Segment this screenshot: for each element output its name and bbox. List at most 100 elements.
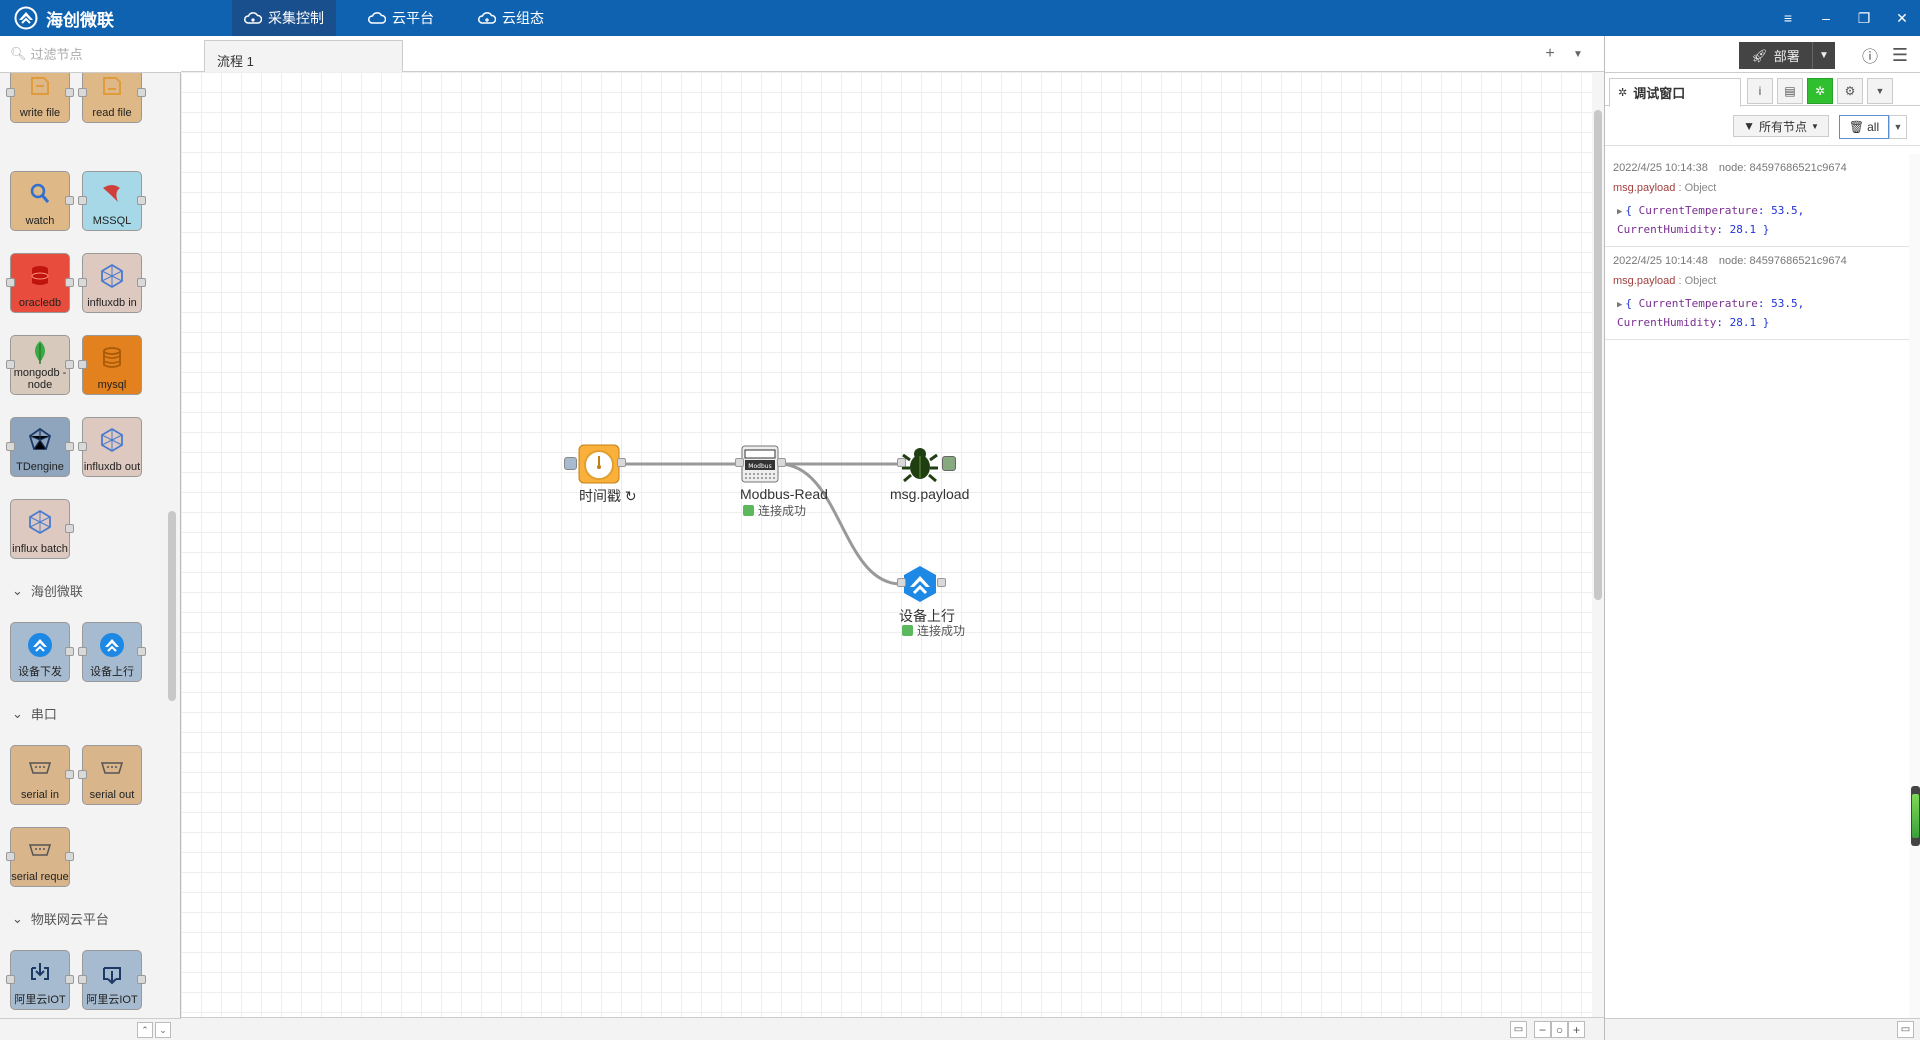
output-port[interactable] <box>65 770 74 779</box>
node-filter-select[interactable]: ▼ 所有节点 ▼ <box>1733 115 1829 137</box>
open-window-icon[interactable]: ▭ <box>1897 1021 1914 1038</box>
deploy-button[interactable]: 🚀︎ 部署 ▼ <box>1739 42 1835 69</box>
palette-node-device-up[interactable]: 设备上行 <box>78 622 146 682</box>
debug-message[interactable]: 2022/4/25 10:14:48 node: 84597686521c967… <box>1605 247 1909 340</box>
restore-icon[interactable]: ❐ <box>1846 0 1882 36</box>
clear-messages-button[interactable]: 🗑︎ all <box>1839 115 1889 139</box>
output-port[interactable] <box>137 88 146 97</box>
tab-collect-control[interactable]: 采集控制 <box>232 0 336 36</box>
palette-node-influxdb-out[interactable]: influxdb out <box>78 417 142 477</box>
output-port[interactable] <box>617 458 626 467</box>
flow-node-msg-payload[interactable] <box>897 444 956 484</box>
message-node-id[interactable]: node: 84597686521c9674 <box>1719 255 1847 267</box>
palette-scrollbar[interactable] <box>168 511 176 701</box>
palette-node-mysql[interactable]: mysql <box>78 335 142 395</box>
message-value[interactable]: ▶{ CurrentTemperature: 53.5, CurrentHumi… <box>1613 202 1901 238</box>
output-port[interactable] <box>137 278 146 287</box>
minimize-icon[interactable]: – <box>1808 0 1844 36</box>
input-port[interactable] <box>78 360 87 369</box>
palette-node-serial-request[interactable]: serial reque <box>6 827 74 887</box>
output-port[interactable] <box>65 442 74 451</box>
tab-cloud-config[interactable]: 云组态 <box>466 0 556 36</box>
collapse-all-icon[interactable]: ⌃ <box>137 1022 153 1038</box>
flow-node-device-up[interactable] <box>897 564 946 604</box>
input-port[interactable] <box>78 975 87 984</box>
palette-node-serial-out[interactable]: serial out <box>78 745 142 805</box>
category-serial[interactable]: ⌄ 串口 <box>12 704 57 723</box>
book-icon[interactable]: ▤ <box>1777 78 1803 104</box>
output-port[interactable] <box>137 647 146 656</box>
input-port[interactable] <box>897 458 906 467</box>
expand-all-icon[interactable]: ⌄ <box>155 1022 171 1038</box>
input-port[interactable] <box>78 278 87 287</box>
input-port[interactable] <box>6 360 15 369</box>
close-icon[interactable]: ✕ <box>1884 0 1920 36</box>
palette-node-aliyun-iot-in[interactable]: 阿里云IOT <box>6 950 74 1010</box>
debug-scrollbar[interactable] <box>1909 154 1920 1018</box>
input-port[interactable] <box>897 578 906 587</box>
palette-node-mongodb[interactable]: mongodb - node <box>6 335 74 395</box>
flow-list-dropdown-icon[interactable]: ▼ <box>1568 44 1588 64</box>
input-port[interactable] <box>6 88 15 97</box>
zoom-out-icon[interactable]: − <box>1534 1021 1551 1038</box>
output-port[interactable] <box>65 852 74 861</box>
input-port[interactable] <box>78 88 87 97</box>
palette-node-influx-batch[interactable]: influx batch <box>10 499 74 559</box>
input-port[interactable] <box>6 975 15 984</box>
tab-cloud-platform[interactable]: 云平台 <box>356 0 446 36</box>
menu-icon[interactable]: ≡ <box>1770 0 1806 36</box>
output-port[interactable] <box>65 88 74 97</box>
output-port[interactable] <box>137 975 146 984</box>
category-haichuang[interactable]: ⌄ 海创微联 <box>12 581 83 600</box>
category-iot-cloud[interactable]: ⌄ 物联网云平台 <box>12 909 109 928</box>
tab-flow-1[interactable]: 流程 1 <box>204 40 403 73</box>
input-port[interactable] <box>735 458 744 467</box>
output-port[interactable] <box>937 578 946 587</box>
output-port[interactable] <box>777 458 786 467</box>
tab-debug[interactable]: ✲ 调试窗口 <box>1609 78 1741 107</box>
output-port[interactable] <box>65 278 74 287</box>
palette-node-influxdb-in[interactable]: influxdb in <box>78 253 146 313</box>
inject-button[interactable] <box>564 457 577 470</box>
deploy-main[interactable]: 🚀︎ 部署 <box>1739 42 1813 69</box>
input-port[interactable] <box>78 442 87 451</box>
debug-toggle-button[interactable] <box>942 456 956 471</box>
input-port[interactable] <box>6 852 15 861</box>
input-port[interactable] <box>78 770 87 779</box>
clear-dropdown-icon[interactable]: ▼ <box>1889 115 1907 139</box>
deploy-dropdown-icon[interactable]: ▼ <box>1813 42 1835 69</box>
help-icon[interactable]: ⓘ <box>1859 44 1881 66</box>
zoom-in-icon[interactable]: + <box>1568 1021 1585 1038</box>
side-handle[interactable] <box>1911 786 1920 846</box>
message-value[interactable]: ▶{ CurrentTemperature: 53.5, CurrentHumi… <box>1613 295 1901 331</box>
info-icon[interactable]: i <box>1747 78 1773 104</box>
output-port[interactable] <box>65 196 74 205</box>
palette-node-read-file[interactable]: read file <box>78 73 146 123</box>
palette-node-device-down[interactable]: 设备下发 <box>10 622 74 682</box>
output-port[interactable] <box>137 196 146 205</box>
sidebar-tab-dropdown-icon[interactable]: ▼ <box>1867 78 1893 104</box>
palette-node-watch[interactable]: watch <box>10 171 74 231</box>
debug-active-icon[interactable]: ✲ <box>1807 78 1833 104</box>
output-port[interactable] <box>65 975 74 984</box>
palette-node-tdengine[interactable]: TDengine <box>6 417 74 477</box>
output-port[interactable] <box>65 360 74 369</box>
wire-modbus-to-device-up[interactable] <box>778 462 902 586</box>
flow-node-modbus-read[interactable]: Modbus <box>735 444 786 484</box>
add-flow-icon[interactable]: + <box>1540 44 1560 64</box>
input-port[interactable] <box>6 442 15 451</box>
debug-message[interactable]: 2022/4/25 10:14:38 node: 84597686521c967… <box>1605 154 1909 247</box>
settings-icon[interactable]: ⚙ <box>1837 78 1863 104</box>
expand-triangle-icon[interactable]: ▶ <box>1617 300 1622 310</box>
palette-node-serial-in[interactable]: serial in <box>10 745 74 805</box>
output-port[interactable] <box>65 647 74 656</box>
main-menu-icon[interactable]: ☰ <box>1889 44 1911 66</box>
palette-node-oracledb[interactable]: oracledb <box>6 253 74 313</box>
output-port[interactable] <box>65 524 74 533</box>
expand-triangle-icon[interactable]: ▶ <box>1617 207 1622 217</box>
message-node-id[interactable]: node: 84597686521c9674 <box>1719 162 1847 174</box>
palette-node-mssql[interactable]: MSSQL <box>78 171 146 231</box>
filter-nodes-input[interactable] <box>30 46 171 62</box>
scroll-thumb[interactable] <box>1594 110 1602 600</box>
input-port[interactable] <box>78 196 87 205</box>
